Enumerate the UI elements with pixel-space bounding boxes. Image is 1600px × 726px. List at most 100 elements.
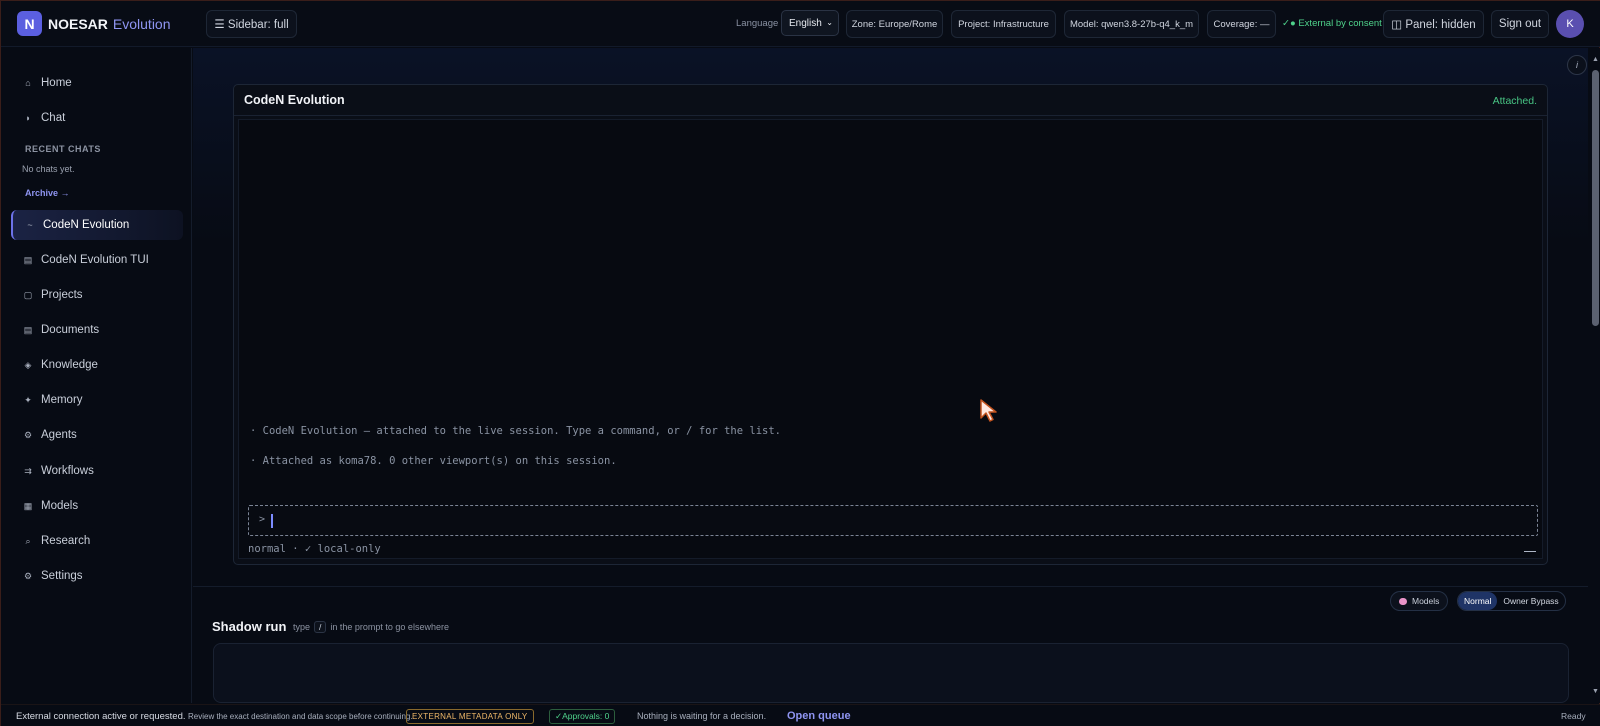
sidebar-item-label: Memory bbox=[41, 394, 83, 406]
sidebar-item-workflows[interactable]: ⇉ Workflows bbox=[11, 456, 183, 486]
recent-chats-heading: RECENT CHATS bbox=[25, 144, 101, 154]
ready-status: Ready bbox=[1561, 711, 1586, 721]
search-icon: ⌕ bbox=[25, 535, 31, 546]
status-bar: External connection active or requested.… bbox=[1, 704, 1600, 726]
brand-subtitle: Evolution bbox=[112, 15, 171, 32]
shadow-run-panel[interactable] bbox=[213, 643, 1569, 703]
models-toggle-button[interactable]: Models bbox=[1390, 591, 1449, 611]
shadow-run-title: Shadow run bbox=[212, 619, 287, 634]
model-icon: ▦ bbox=[23, 500, 33, 511]
top-bar: N NOESAR Evolution ☰ Sidebar: full Langu… bbox=[1, 1, 1600, 47]
chevron-down-icon: ⌄ bbox=[826, 18, 833, 27]
scroll-up-icon[interactable]: ▲ bbox=[1592, 56, 1599, 63]
sidebar: ⌂ Home ◗ Chat RECENT CHATS No chats yet.… bbox=[1, 48, 192, 703]
sidebar-item-label: CodeN Evolution TUI bbox=[41, 254, 149, 266]
mode-status: normal · ✓ local-only bbox=[248, 543, 381, 555]
logo-icon: N bbox=[17, 11, 42, 36]
sidebar-item-home[interactable]: ⌂ Home bbox=[11, 68, 183, 98]
panel-title: CodeN Evolution bbox=[244, 93, 345, 107]
external-consent-status: ✓● External by consent bbox=[1282, 18, 1382, 29]
mode-normal-button[interactable]: Normal bbox=[1458, 592, 1498, 610]
recent-chats-empty: No chats yet. bbox=[22, 164, 75, 174]
sidebar-toggle-button[interactable]: ☰ Sidebar: full bbox=[206, 10, 297, 38]
section-divider bbox=[193, 586, 1588, 587]
hint-text: in the prompt to go elsewhere bbox=[330, 622, 449, 632]
panel-toggle-button[interactable]: ◫ Panel: hidden bbox=[1383, 10, 1484, 38]
sidebar-item-label: Home bbox=[41, 77, 72, 89]
terminal-line: · CodeN Evolution — attached to the live… bbox=[250, 425, 782, 437]
sidebar-item-label: Projects bbox=[41, 289, 83, 301]
app-window: N NOESAR Evolution ☰ Sidebar: full Langu… bbox=[0, 0, 1600, 726]
command-input[interactable]: > bbox=[248, 505, 1538, 536]
sidebar-item-label: CodeN Evolution bbox=[43, 219, 130, 231]
terminal-output: · CodeN Evolution — attached to the live… bbox=[238, 119, 1543, 559]
avatar[interactable]: K bbox=[1556, 10, 1584, 38]
sidebar-item-documents[interactable]: ▤ Documents bbox=[11, 315, 183, 345]
mouse-pointer-icon bbox=[980, 399, 997, 422]
prompt-symbol: > bbox=[259, 514, 266, 525]
zone-button[interactable]: Zone: Europe/Rome bbox=[846, 10, 943, 38]
info-icon[interactable]: i bbox=[1567, 55, 1587, 75]
mode-owner-bypass-button[interactable]: Owner Bypass bbox=[1497, 592, 1564, 610]
project-button[interactable]: Project: Infrastructure bbox=[951, 10, 1056, 38]
panel-header: CodeN Evolution Attached. bbox=[234, 85, 1547, 116]
coverage-button[interactable]: Coverage: — bbox=[1207, 10, 1276, 38]
archive-link[interactable]: Archive → bbox=[25, 188, 70, 198]
minimize-icon[interactable] bbox=[1524, 551, 1536, 552]
sidebar-item-chat[interactable]: ◗ Chat bbox=[11, 103, 183, 133]
vertical-scrollbar[interactable]: ▲ ▼ bbox=[1590, 48, 1600, 703]
sparkle-icon: ✦ bbox=[24, 394, 32, 405]
slash-key: / bbox=[314, 621, 327, 633]
workflow-icon: ⇉ bbox=[24, 465, 32, 476]
models-pill-label: Models bbox=[1412, 596, 1440, 606]
chat-icon: ◗ bbox=[25, 113, 31, 123]
folder-icon: ▢ bbox=[23, 289, 33, 300]
gear-icon: ⚙ bbox=[23, 570, 33, 581]
agent-icon: ⚙ bbox=[23, 429, 33, 440]
home-icon: ⌂ bbox=[25, 78, 31, 88]
brand[interactable]: N NOESAR Evolution bbox=[17, 11, 171, 36]
shadow-run-hint: type / in the prompt to go elsewhere bbox=[293, 621, 449, 633]
document-icon: ▤ bbox=[23, 324, 33, 335]
sidebar-item-label: Knowledge bbox=[41, 359, 98, 371]
model-button[interactable]: Model: qwen3.8-27b-q4_k_m bbox=[1064, 10, 1199, 38]
sidebar-item-knowledge[interactable]: ◈ Knowledge bbox=[11, 350, 183, 380]
text-cursor bbox=[271, 514, 273, 528]
sidebar-item-label: Documents bbox=[41, 324, 100, 336]
scroll-down-icon[interactable]: ▼ bbox=[1592, 688, 1599, 695]
terminal-icon: ▤ bbox=[23, 254, 33, 265]
sidebar-item-coden-evolution[interactable]: ~ CodeN Evolution bbox=[11, 210, 183, 240]
sidebar-item-models[interactable]: ▦ Models bbox=[11, 491, 183, 521]
language-value: English bbox=[789, 17, 822, 29]
coden-panel: CodeN Evolution Attached. · CodeN Evolut… bbox=[233, 84, 1548, 565]
external-metadata-badge: EXTERNAL METADATA ONLY bbox=[406, 709, 534, 724]
language-select[interactable]: English ⌄ bbox=[781, 10, 839, 36]
sidebar-item-research[interactable]: ⌕ Research bbox=[11, 526, 183, 556]
sidebar-item-label: Workflows bbox=[41, 465, 94, 477]
sidebar-item-settings[interactable]: ⚙ Settings bbox=[11, 561, 183, 591]
sidebar-item-memory[interactable]: ✦ Memory bbox=[11, 385, 183, 415]
attached-status: Attached. bbox=[1492, 95, 1537, 107]
mode-segmented-control: Normal Owner Bypass bbox=[1457, 591, 1566, 611]
sidebar-item-label: Settings bbox=[41, 570, 83, 582]
sidebar-item-label: Chat bbox=[41, 112, 66, 124]
sidebar-item-agents[interactable]: ⚙ Agents bbox=[11, 420, 183, 450]
decision-status: Nothing is waiting for a decision. bbox=[637, 711, 767, 721]
sidebar-item-label: Models bbox=[41, 500, 79, 512]
terminal-line: · Attached as koma78. 0 other viewport(s… bbox=[250, 455, 617, 467]
language-label: Language bbox=[736, 18, 779, 29]
scrollbar-thumb[interactable] bbox=[1592, 70, 1599, 326]
sidebar-item-projects[interactable]: ▢ Projects bbox=[11, 280, 183, 310]
brand-name: NOESAR bbox=[48, 15, 108, 32]
sign-out-button[interactable]: Sign out bbox=[1491, 10, 1549, 38]
external-connection-detail: Review the exact destination and data sc… bbox=[188, 712, 413, 721]
diamond-icon: ◈ bbox=[24, 359, 32, 370]
hint-text: type bbox=[293, 622, 311, 632]
brain-icon bbox=[1399, 597, 1407, 605]
sidebar-item-label: Agents bbox=[41, 429, 77, 441]
open-queue-link[interactable]: Open queue bbox=[787, 710, 851, 722]
sidebar-item-coden-evolution-tui[interactable]: ▤ CodeN Evolution TUI bbox=[11, 245, 183, 275]
external-connection-notice: External connection active or requested. bbox=[16, 711, 186, 722]
approvals-badge[interactable]: ✓Approvals: 0 bbox=[549, 709, 616, 724]
sidebar-item-label: Research bbox=[41, 535, 91, 547]
